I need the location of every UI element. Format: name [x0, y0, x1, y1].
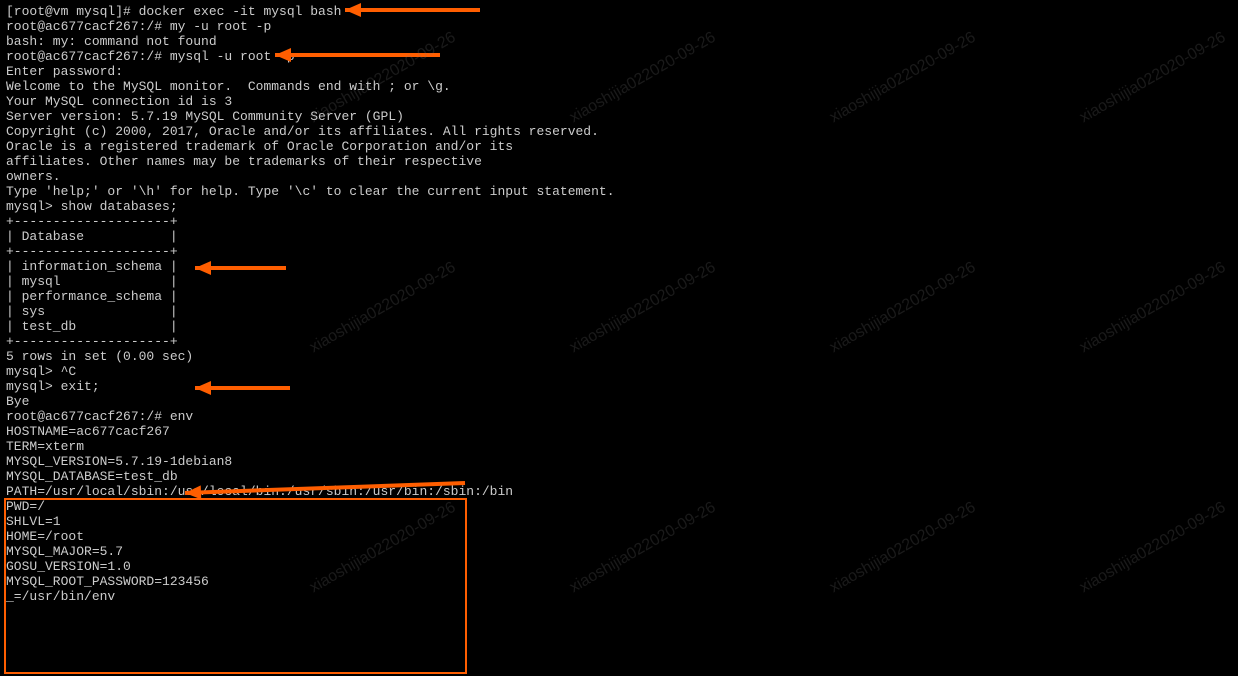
terminal-line: | Database |: [6, 229, 1232, 244]
terminal-line: owners.: [6, 169, 1232, 184]
terminal-line: | performance_schema |: [6, 289, 1232, 304]
terminal-line: Your MySQL connection id is 3: [6, 94, 1232, 109]
terminal-line: MYSQL_ROOT_PASSWORD=123456: [6, 574, 1232, 589]
terminal-line: TERM=xterm: [6, 439, 1232, 454]
terminal-line: +--------------------+: [6, 334, 1232, 349]
terminal-line: MYSQL_VERSION=5.7.19-1debian8: [6, 454, 1232, 469]
terminal-line: | information_schema |: [6, 259, 1232, 274]
terminal-line: GOSU_VERSION=1.0: [6, 559, 1232, 574]
terminal-line: _=/usr/bin/env: [6, 589, 1232, 604]
terminal-line: Bye: [6, 394, 1232, 409]
terminal-line: root@ac677cacf267:/# my -u root -p: [6, 19, 1232, 34]
terminal-line: Server version: 5.7.19 MySQL Community S…: [6, 109, 1232, 124]
terminal-line: +--------------------+: [6, 244, 1232, 259]
terminal-line: mysql> ^C: [6, 364, 1232, 379]
terminal-line: Welcome to the MySQL monitor. Commands e…: [6, 79, 1232, 94]
terminal-line: MYSQL_DATABASE=test_db: [6, 469, 1232, 484]
terminal-line: root@ac677cacf267:/# mysql -u root -p: [6, 49, 1232, 64]
terminal-line: Oracle is a registered trademark of Orac…: [6, 139, 1232, 154]
terminal-line: PATH=/usr/local/sbin:/usr/local/bin:/usr…: [6, 484, 1232, 499]
terminal-line: HOSTNAME=ac677cacf267: [6, 424, 1232, 439]
terminal-line: Copyright (c) 2000, 2017, Oracle and/or …: [6, 124, 1232, 139]
terminal-line: Type 'help;' or '\h' for help. Type '\c'…: [6, 184, 1232, 199]
terminal-line: | test_db |: [6, 319, 1232, 334]
terminal-line: [root@vm mysql]# docker exec -it mysql b…: [6, 4, 1232, 19]
terminal-line: HOME=/root: [6, 529, 1232, 544]
terminal-line: PWD=/: [6, 499, 1232, 514]
terminal-line: | sys |: [6, 304, 1232, 319]
terminal-line: root@ac677cacf267:/# env: [6, 409, 1232, 424]
terminal-output: [root@vm mysql]# docker exec -it mysql b…: [6, 4, 1232, 604]
terminal-line: mysql> show databases;: [6, 199, 1232, 214]
terminal-line: Enter password:: [6, 64, 1232, 79]
terminal-line: 5 rows in set (0.00 sec): [6, 349, 1232, 364]
terminal-line: +--------------------+: [6, 214, 1232, 229]
terminal-line: | mysql |: [6, 274, 1232, 289]
terminal-line: SHLVL=1: [6, 514, 1232, 529]
terminal-line: affiliates. Other names may be trademark…: [6, 154, 1232, 169]
terminal-line: mysql> exit;: [6, 379, 1232, 394]
terminal-line: MYSQL_MAJOR=5.7: [6, 544, 1232, 559]
terminal-line: bash: my: command not found: [6, 34, 1232, 49]
